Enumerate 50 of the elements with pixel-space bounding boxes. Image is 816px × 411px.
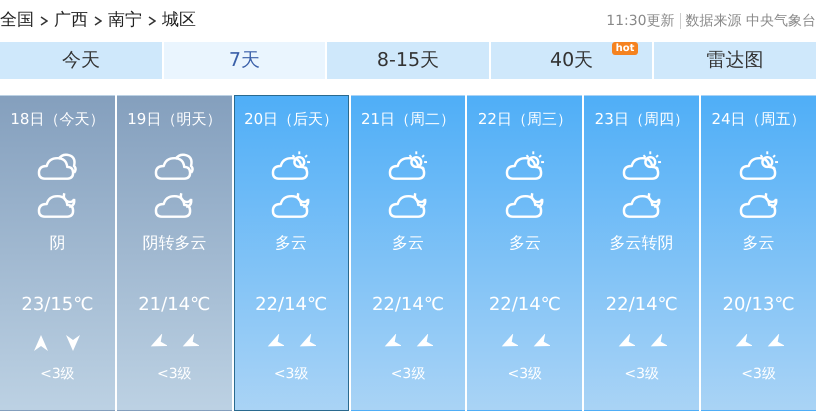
temperature: 23/15℃: [21, 292, 94, 316]
weather-text: 多云: [275, 232, 308, 254]
data-source: 数据来源 中央气象台: [680, 13, 816, 29]
tab[interactable]: 7天: [164, 42, 326, 79]
day-date: 24日（周五）: [712, 109, 806, 130]
sun-cloud-icon: [388, 148, 428, 180]
chevron-icon: [40, 16, 48, 26]
wind-level: <3级: [508, 364, 542, 384]
weather-text: 多云转阴: [610, 232, 674, 254]
temperature: 20/13℃: [722, 292, 795, 316]
day-date: 22日（周三）: [478, 109, 572, 130]
tab[interactable]: 40天 hot: [490, 42, 652, 79]
wind-arrow-icon: [64, 334, 82, 352]
temperature: 22/14℃: [606, 292, 678, 316]
weather-text: 多云: [392, 232, 424, 254]
weather-text: 阴: [49, 232, 66, 254]
wind-level: <3级: [741, 364, 776, 384]
wind-level: <3级: [40, 364, 75, 384]
wind-level: <3级: [274, 364, 308, 384]
wind-arrow-icon: [32, 334, 50, 352]
temperature: 22/14℃: [488, 292, 561, 316]
temperature: 22/14℃: [255, 292, 328, 316]
breadcrumb-link[interactable]: 全国: [0, 8, 34, 34]
wind-level: <3级: [156, 364, 192, 384]
day-date: 18日（今天）: [10, 109, 104, 130]
day-date: 21日（周二）: [360, 109, 456, 130]
sun-cloud-icon: [738, 148, 779, 180]
tab[interactable]: 8-15天: [327, 42, 489, 79]
weather-text: 多云: [742, 232, 775, 254]
sun-cloud-icon: [504, 148, 545, 180]
sun-cloud-icon: [622, 148, 662, 180]
day-date: 20日（后天）: [244, 109, 338, 130]
chevron-icon: [148, 16, 156, 26]
temperature: 22/14℃: [372, 292, 444, 316]
breadcrumb-link[interactable]: 城区: [162, 8, 196, 34]
day-date: 23日（周四）: [594, 109, 689, 130]
tab[interactable]: 今天: [0, 42, 162, 79]
hot-badge: hot: [612, 42, 638, 55]
chevron-icon: [94, 16, 102, 26]
update-time: 11:30更新: [606, 13, 675, 29]
wind-level: <3级: [624, 364, 660, 384]
breadcrumb-link[interactable]: 广西: [54, 8, 88, 34]
wind-level: <3级: [390, 364, 426, 384]
weather-text: 多云: [508, 232, 541, 254]
temperature: 21/14℃: [138, 292, 210, 316]
breadcrumb-link[interactable]: 南宁: [108, 8, 142, 34]
day-date: 19日（明天）: [127, 109, 222, 130]
weather-text: 阴转多云: [142, 232, 206, 254]
tab[interactable]: 雷达图: [654, 42, 816, 79]
sun-cloud-icon: [271, 148, 312, 180]
